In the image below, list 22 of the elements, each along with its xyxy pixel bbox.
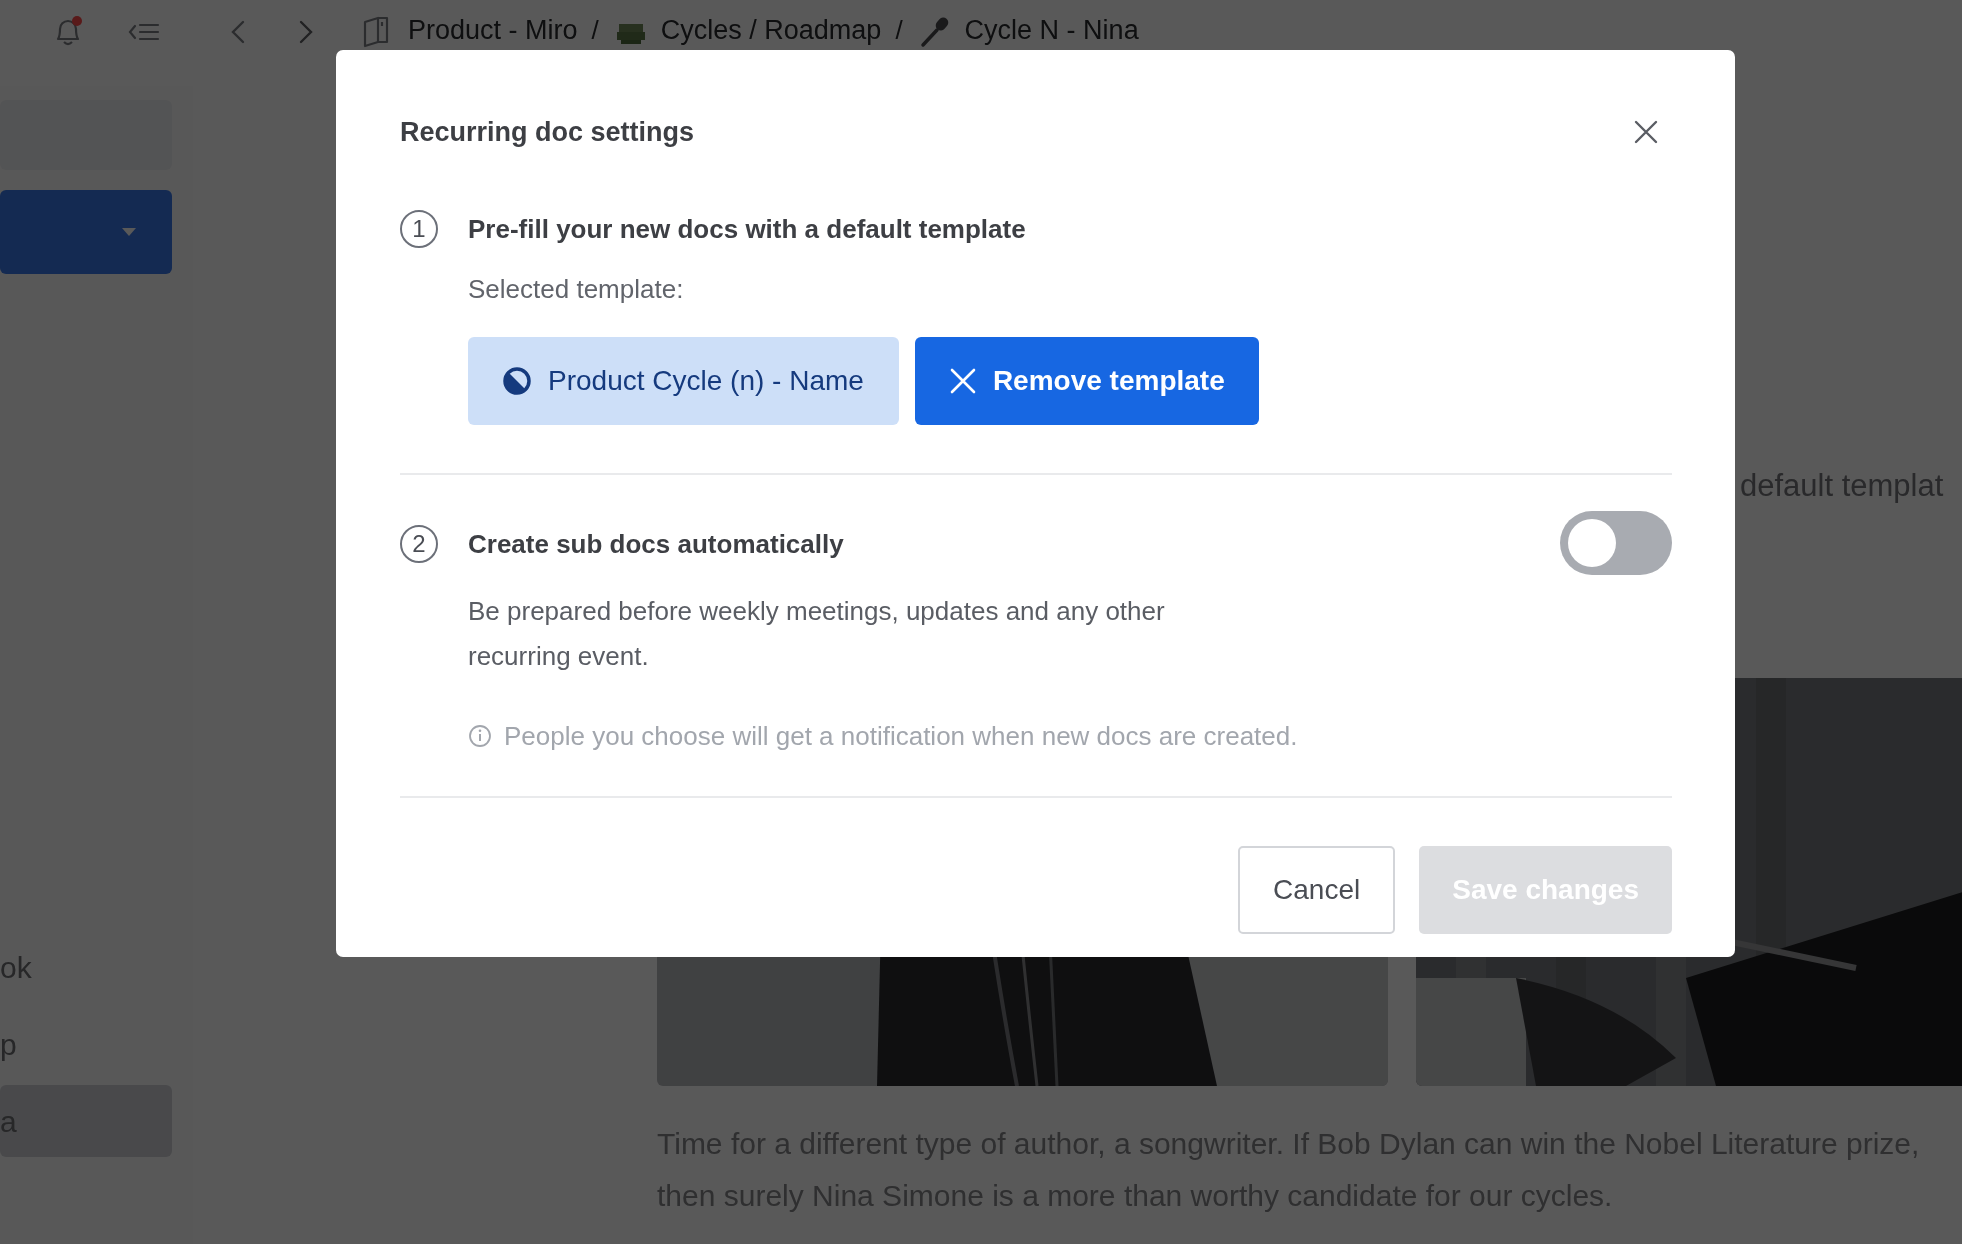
step-title: Pre-fill your new docs with a default template	[468, 212, 1026, 246]
breadcrumb-link[interactable]: Cycles / Roadmap	[660, 14, 882, 47]
cancel-button[interactable]: Cancel	[1238, 845, 1396, 934]
step-description: Be prepared before weekly meetings, updates and any other recurring event.	[468, 594, 1166, 673]
template-icon	[502, 365, 532, 396]
template-chip[interactable]: Product Cycle (n) - Name	[468, 336, 899, 425]
breadcrumb-separator: /	[591, 14, 599, 47]
info-icon	[468, 724, 492, 748]
close-icon	[1633, 119, 1659, 146]
chevron-left-icon	[231, 20, 245, 44]
info-note: People you choose will get a notification when new docs are created.	[504, 719, 1298, 753]
selected-template-label: Selected template:	[468, 272, 685, 306]
step-number: 2	[400, 524, 438, 563]
dialog-title: Recurring doc settings	[400, 116, 695, 149]
chevron-right-icon	[299, 20, 313, 44]
close-icon	[948, 366, 977, 395]
step-title: Create sub docs automatically	[468, 527, 844, 561]
breadcrumb-link[interactable]: Cycle N - Nina	[964, 14, 1139, 47]
step-number: 1	[400, 209, 438, 248]
remove-template-button[interactable]: Remove template	[914, 336, 1259, 425]
breadcrumb-link[interactable]: Product - Miro	[408, 14, 578, 47]
breadcrumb-separator: /	[895, 14, 903, 47]
